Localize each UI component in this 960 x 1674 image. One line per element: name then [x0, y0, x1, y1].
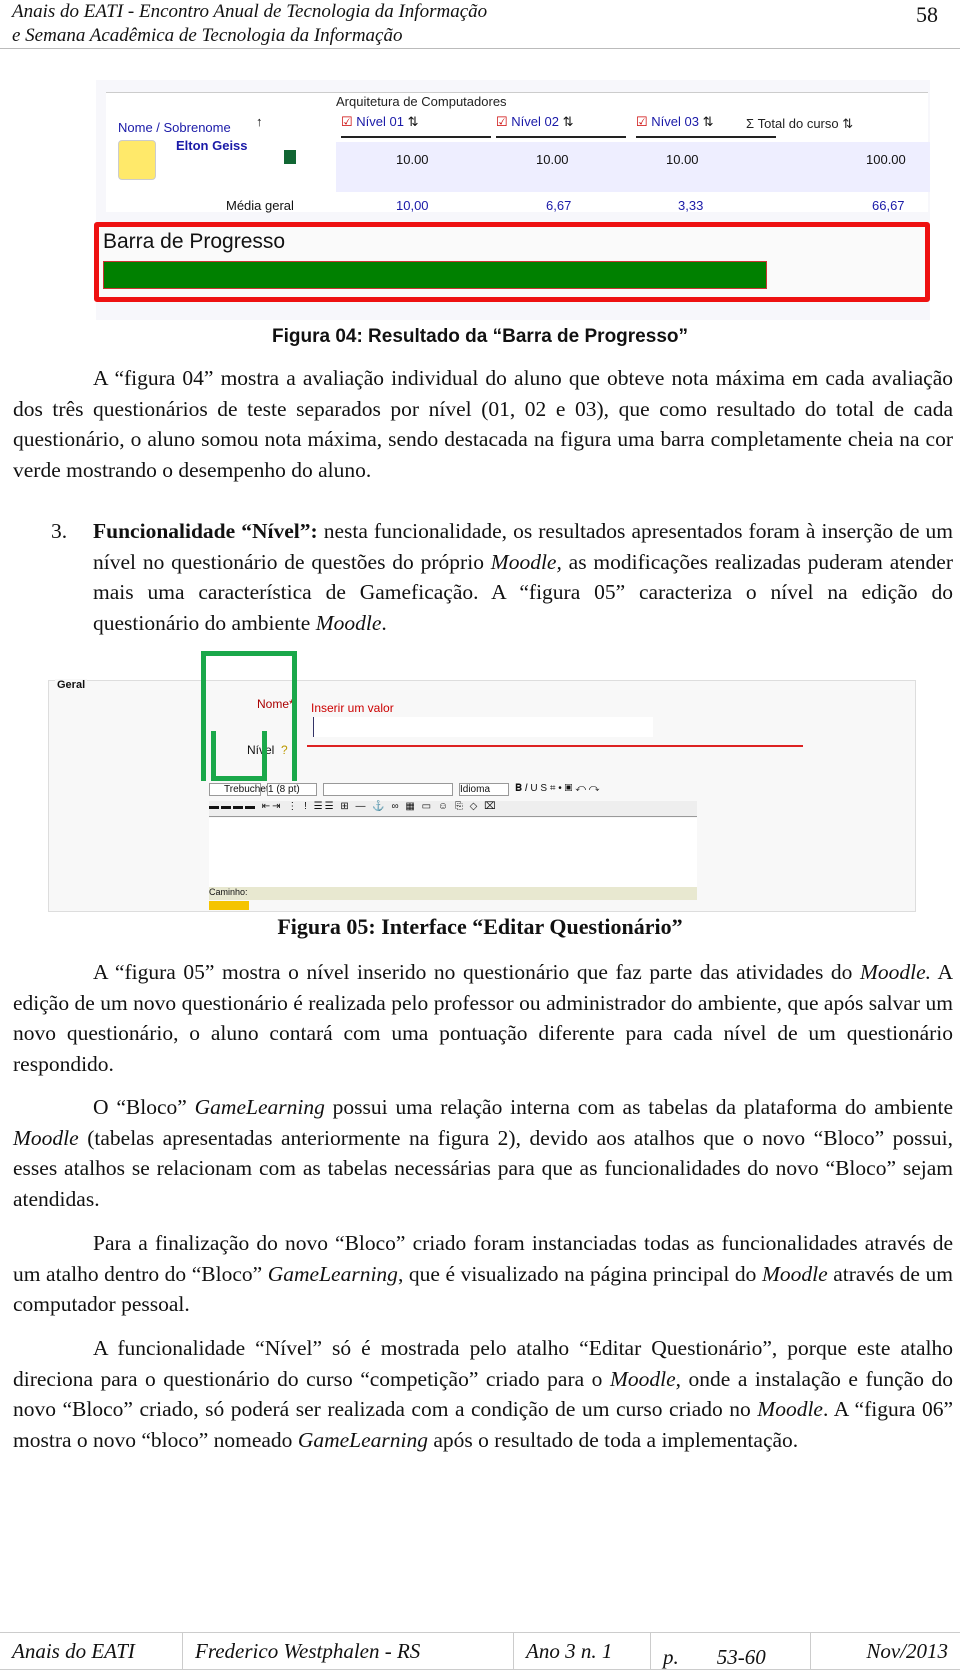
text-segment: A “figura 05” mostra o nível inserido no… [93, 960, 860, 984]
error-underline [307, 745, 803, 747]
progress-label: Barra de Progresso [103, 230, 286, 253]
student-grade-2: 10.00 [536, 152, 569, 167]
col-level-02[interactable]: Nível 02 [511, 114, 559, 129]
paragraph: A “figura 04” mostra a avaliação individ… [13, 363, 953, 485]
running-header-line1: Anais do EATI - Encontro Anual de Tecnol… [12, 1, 488, 22]
text-segment: (tabelas apresentadas anteriormente na f… [13, 1125, 953, 1211]
average-1: 10,00 [396, 198, 429, 213]
average-label: Média geral [226, 198, 294, 213]
font-select[interactable]: Trebuchet [209, 783, 269, 796]
text-segment: , que é visualizado na página principal … [397, 1261, 762, 1286]
figure-4-caption: Figura 04: Resultado da “Barra de Progre… [271, 326, 688, 347]
footer-date: Nov/2013 [866, 1639, 948, 1663]
footer-pages: 53-60 [716, 1645, 766, 1669]
highlight-box [211, 731, 267, 781]
progress-bar-fill [103, 261, 767, 289]
fieldset-legend: Geral [55, 679, 88, 691]
header-rule [0, 48, 960, 49]
grid-icon[interactable] [284, 150, 296, 164]
text-segment: . [381, 610, 387, 635]
italic-text: Moodle [315, 610, 382, 635]
style-select[interactable] [323, 783, 453, 796]
col-total[interactable]: Total do curso [758, 116, 839, 131]
student-name[interactable]: Elton Geiss [176, 138, 248, 153]
italic-text: Moodle [609, 1366, 676, 1391]
running-header-line2: e Semana Acadêmica de Tecnologia da Info… [12, 25, 403, 46]
quiz-icon: ☑ [636, 114, 648, 129]
student-grade-3: 10.00 [666, 152, 699, 167]
paragraph: A “figura 05” mostra o nível inserido no… [13, 957, 953, 1079]
paragraph: Para a finalização do novo “Bloco” criad… [13, 1228, 953, 1320]
size-select[interactable]: 1 (8 pt) [267, 783, 317, 796]
italic-text: GameLearning [194, 1095, 325, 1119]
footer-pages-prefix: p. [663, 1645, 679, 1669]
italic-text: GameLearning [297, 1427, 428, 1452]
name-input[interactable] [313, 717, 653, 737]
paragraph: O “Bloco” GameLearning possui uma relaçã… [13, 1092, 953, 1214]
path-bar: Caminho: [209, 887, 697, 900]
format-toolbar-icons[interactable]: 𝐁 𝐼 U S ⌗ • ▣ ↶ ↷ [515, 783, 599, 796]
bold-text: Funcionalidade “Nível”: [93, 519, 318, 543]
footer-issue: Ano 3 n. 1 [514, 1633, 651, 1669]
lang-select[interactable]: Idioma [459, 783, 509, 796]
italic-text: Moodle [761, 1261, 828, 1286]
total-icon: Σ [746, 116, 755, 131]
page-number: 58 [916, 2, 938, 27]
quiz-icon: ☑ [496, 114, 508, 129]
italic-text: GameLearning [267, 1261, 398, 1286]
col-level-01[interactable]: Nível 01 [356, 114, 404, 129]
avatar [118, 140, 156, 180]
text-segment: A “figura 04” mostra a avaliação individ… [13, 366, 953, 482]
average-2: 6,67 [546, 198, 572, 213]
student-grade-1: 10.00 [396, 152, 429, 167]
text-segment: O “Bloco” [93, 1095, 195, 1119]
col-name[interactable]: Nome / Sobrenome [118, 120, 231, 135]
average-3: 3,33 [678, 198, 704, 213]
italic-text: Moodle [13, 1125, 79, 1150]
list-item-3: 3. Funcionalidade “Nível”: nesta funcion… [13, 516, 953, 638]
italic-text: Moodle, [490, 549, 562, 574]
average-total: 66,67 [872, 198, 905, 213]
figure-5-quiz-editor: Geral Nome* Inserir um valor Nível ? Tre… [48, 651, 916, 912]
list-item-text: Funcionalidade “Nível”: nesta funcionali… [93, 516, 953, 638]
sort-up-icon[interactable]: ↑ [256, 114, 263, 129]
text-segment: possui uma relação interna com as tabela… [324, 1095, 954, 1119]
list-number: 3. [51, 519, 68, 543]
editor-toggle-icon[interactable] [209, 901, 249, 910]
paragraph: A funcionalidade “Nível” só é mostrada p… [13, 1333, 953, 1455]
help-icon[interactable]: ? [281, 743, 288, 757]
course-name: Arquitetura de Computadores [336, 94, 507, 109]
progress-track [103, 261, 767, 289]
italic-text: Moodle. [860, 960, 932, 984]
figure-4-gradebook: Arquitetura de Computadores Nome / Sobre… [94, 80, 930, 320]
footer-journal: Anais do EATI [0, 1633, 183, 1669]
italic-text: Moodle [757, 1397, 823, 1422]
footer: Anais do EATI Frederico Westphalen - RS … [0, 1632, 960, 1670]
error-message: Inserir um valor [311, 701, 394, 715]
name-label: Nome* [257, 697, 294, 711]
figure-5-caption: Figura 05: Interface “Editar Questionári… [277, 914, 683, 939]
text-segment: após o resultado de toda a implementação… [428, 1427, 799, 1452]
editor-toolbar-row2[interactable]: ▬▬▬▬ ⇤⇥ ⋮ ! ☰☰ ⊞ — ⚓ ∞ ▦ ▭ ☺ ⎘ ◇ ⌧ [209, 801, 697, 817]
footer-city: Frederico Westphalen - RS [183, 1633, 514, 1669]
student-total: 100.00 [866, 152, 906, 167]
quiz-icon: ☑ [341, 114, 353, 129]
highlight-box: Barra de Progresso [94, 222, 930, 302]
col-level-03[interactable]: Nível 03 [651, 114, 699, 129]
